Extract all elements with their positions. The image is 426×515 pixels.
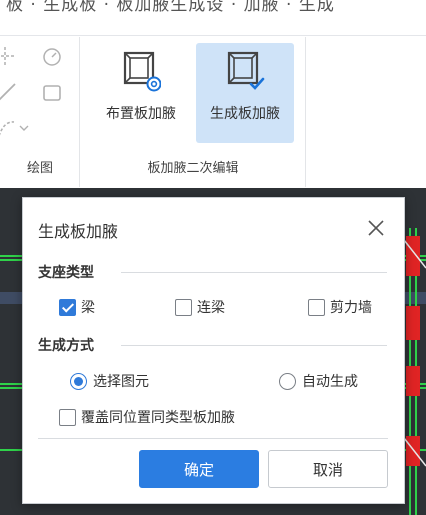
ribbon-toolbar: 绘图 布置板加腋 生成板加腋 板加腋二次编辑 [0, 37, 426, 187]
checkbox-coupling-beam-label: 连梁 [197, 300, 225, 316]
method-heading: 生成方式 [38, 338, 94, 354]
ribbon-group-draw: 绘图 [0, 37, 80, 187]
checkbox-overwrite-box[interactable] [59, 408, 76, 426]
generate-board-haunch-button[interactable]: 生成板加腋 [196, 43, 294, 143]
point-tool-icon[interactable] [0, 45, 16, 67]
dialog-title: 生成板加腋 [38, 222, 119, 241]
checkbox-shear-wall-box[interactable] [308, 298, 325, 316]
frame-check-icon [227, 51, 265, 90]
checkbox-overwrite-label: 覆盖同位置同类型板加腋 [81, 410, 235, 426]
close-icon[interactable] [365, 217, 387, 239]
ribbon-group-board-haunch-label: 板加腋二次编辑 [147, 161, 239, 176]
circle-tool-icon[interactable] [41, 46, 63, 68]
top-menu-strip: 板 · 生成板 · 板加腋生成设 · 加腋 · 生成 [0, 0, 426, 36]
line-tool-icon[interactable] [0, 81, 18, 103]
checkbox-shear-wall-label: 剪力墙 [330, 300, 372, 316]
ribbon-group-draw-label: 绘图 [26, 161, 53, 176]
place-board-haunch-label: 布置板加腋 [106, 106, 176, 122]
radio-auto-generate-label: 自动生成 [302, 374, 358, 390]
radio-auto-generate[interactable]: 自动生成 [279, 370, 358, 392]
section-divider [121, 345, 387, 346]
frame-gear-icon [123, 51, 161, 92]
arc-tool-icon[interactable] [0, 117, 30, 139]
checkbox-beam-label: 梁 [81, 300, 95, 316]
cancel-button[interactable]: 取消 [268, 450, 388, 488]
ribbon-group-board-haunch: 布置板加腋 生成板加腋 板加腋二次编辑 [80, 37, 306, 187]
ok-button[interactable]: 确定 [139, 450, 259, 488]
checkbox-overwrite[interactable]: 覆盖同位置同类型板加腋 [59, 406, 235, 428]
generate-haunch-dialog: 生成板加腋 支座类型 梁 连梁 剪力墙 生成方式 选择图元 自动生成 覆盖同位置… [22, 197, 405, 504]
radio-select-elements-label: 选择图元 [93, 374, 149, 390]
rectangle-tool-icon[interactable] [41, 82, 63, 104]
checkbox-beam-box[interactable] [59, 298, 76, 316]
section-divider [121, 272, 387, 273]
footer-divider [38, 438, 388, 439]
place-board-haunch-button[interactable]: 布置板加腋 [92, 43, 190, 143]
checkbox-beam[interactable]: 梁 [59, 296, 95, 318]
checkbox-coupling-beam[interactable]: 连梁 [175, 296, 225, 318]
checkbox-shear-wall[interactable]: 剪力墙 [308, 296, 372, 318]
radio-select-elements-dot[interactable] [70, 372, 87, 390]
radio-select-elements[interactable]: 选择图元 [70, 370, 149, 392]
radio-auto-generate-dot[interactable] [279, 372, 296, 390]
support-type-heading: 支座类型 [38, 265, 94, 281]
checkbox-coupling-beam-box[interactable] [175, 298, 192, 316]
generate-board-haunch-label: 生成板加腋 [210, 106, 280, 122]
top-strip-text: 板 · 生成板 · 板加腋生成设 · 加腋 · 生成 [6, 0, 335, 15]
